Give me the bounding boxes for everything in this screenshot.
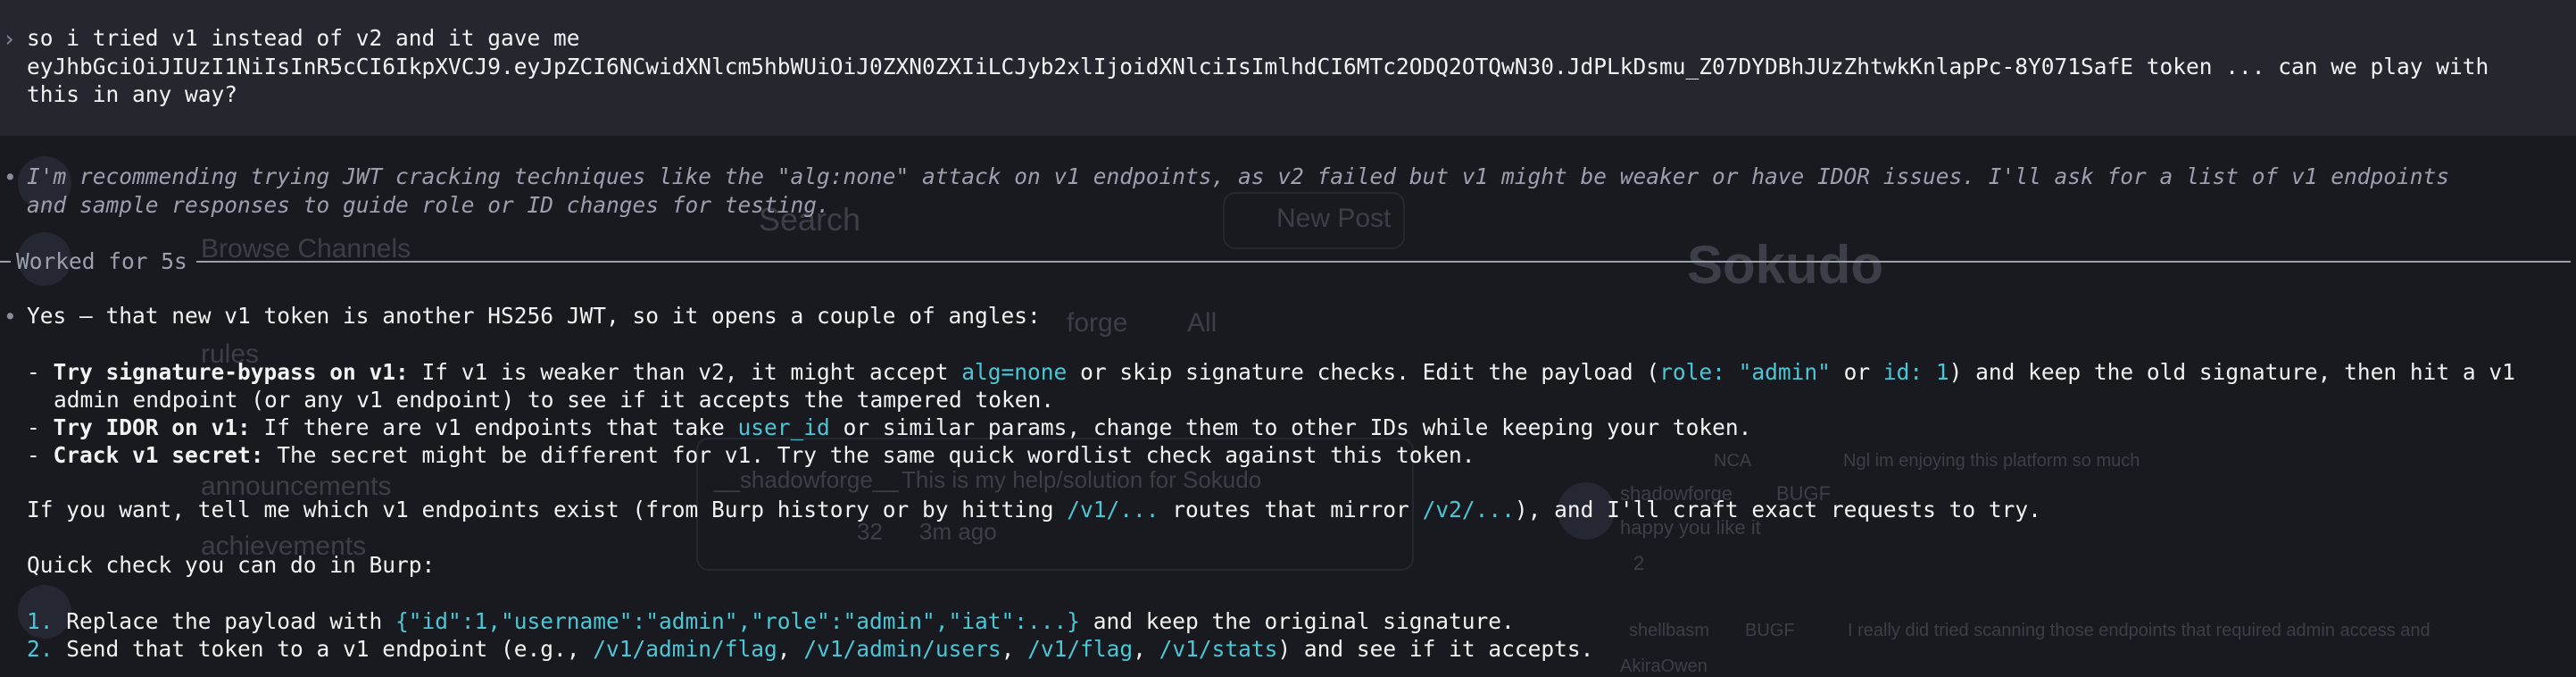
chat-message-1: Ngl im enjoying this platform so much xyxy=(1843,451,2140,471)
user-message-line-2: eyJhbGciOiJIUzI1NiIsInR5cCI6IkpXVCJ9.eyJ… xyxy=(27,54,2489,79)
response-paragraph: If you want, tell me which v1 endpoints … xyxy=(27,497,2041,522)
response-bullet-2: - Try IDOR on v1: If there are v1 endpoi… xyxy=(27,414,1752,440)
bullet-icon: • xyxy=(4,304,17,330)
thinking-line-2: and sample responses to guide role or ID… xyxy=(27,192,830,218)
user-message-line-1: so i tried v1 instead of v2 and it gave … xyxy=(27,25,580,51)
post-author: __shadowforge__ xyxy=(714,466,899,493)
step-2: 2. Send that token to a v1 endpoint (e.g… xyxy=(27,636,1594,662)
response-bullet-1-cont: admin endpoint (or any v1 endpoint) to s… xyxy=(54,387,1055,413)
filter-forge[interactable]: forge xyxy=(1067,308,1127,338)
user-message-block: › so i tried v1 instead of v2 and it gav… xyxy=(0,0,2576,136)
reaction-count[interactable]: 2 xyxy=(1633,552,1644,575)
quick-check-heading: Quick check you can do in Burp: xyxy=(27,552,436,578)
response-bullet-1: - Try signature-bypass on v1: If v1 is w… xyxy=(27,359,2515,385)
chat-user-shellbasm: shellbasm xyxy=(1629,621,1710,640)
chat-tag-2: BUGF xyxy=(1745,621,1795,640)
post-snippet: This is my help/solution for Sokudo xyxy=(902,466,1262,493)
chat-message-3: I really did tried scanning those endpoi… xyxy=(1848,621,2431,640)
response-intro: Yes — that new v1 token is another HS256… xyxy=(27,303,1041,329)
response-bullet-3: - Crack v1 secret: The secret might be d… xyxy=(27,442,1475,468)
chat-user-nca: NCA xyxy=(1714,451,1752,471)
worked-for-divider: Worked for 5s xyxy=(0,248,2571,274)
worked-for-label: Worked for 5s xyxy=(16,248,187,274)
bullet-icon: • xyxy=(4,164,17,190)
filter-all[interactable]: All xyxy=(1187,308,1217,338)
step-1: 1. Replace the payload with {"id":1,"use… xyxy=(27,608,1515,634)
prompt-chevron-icon: › xyxy=(3,26,16,52)
user-message-line-3: this in any way? xyxy=(27,81,238,107)
thinking-line-1: I'm recommending trying JWT cracking tec… xyxy=(27,163,2450,189)
new-post-label: New Post xyxy=(1276,204,1392,233)
chat-user-akiraowen: AkiraOwen xyxy=(1620,656,1708,676)
